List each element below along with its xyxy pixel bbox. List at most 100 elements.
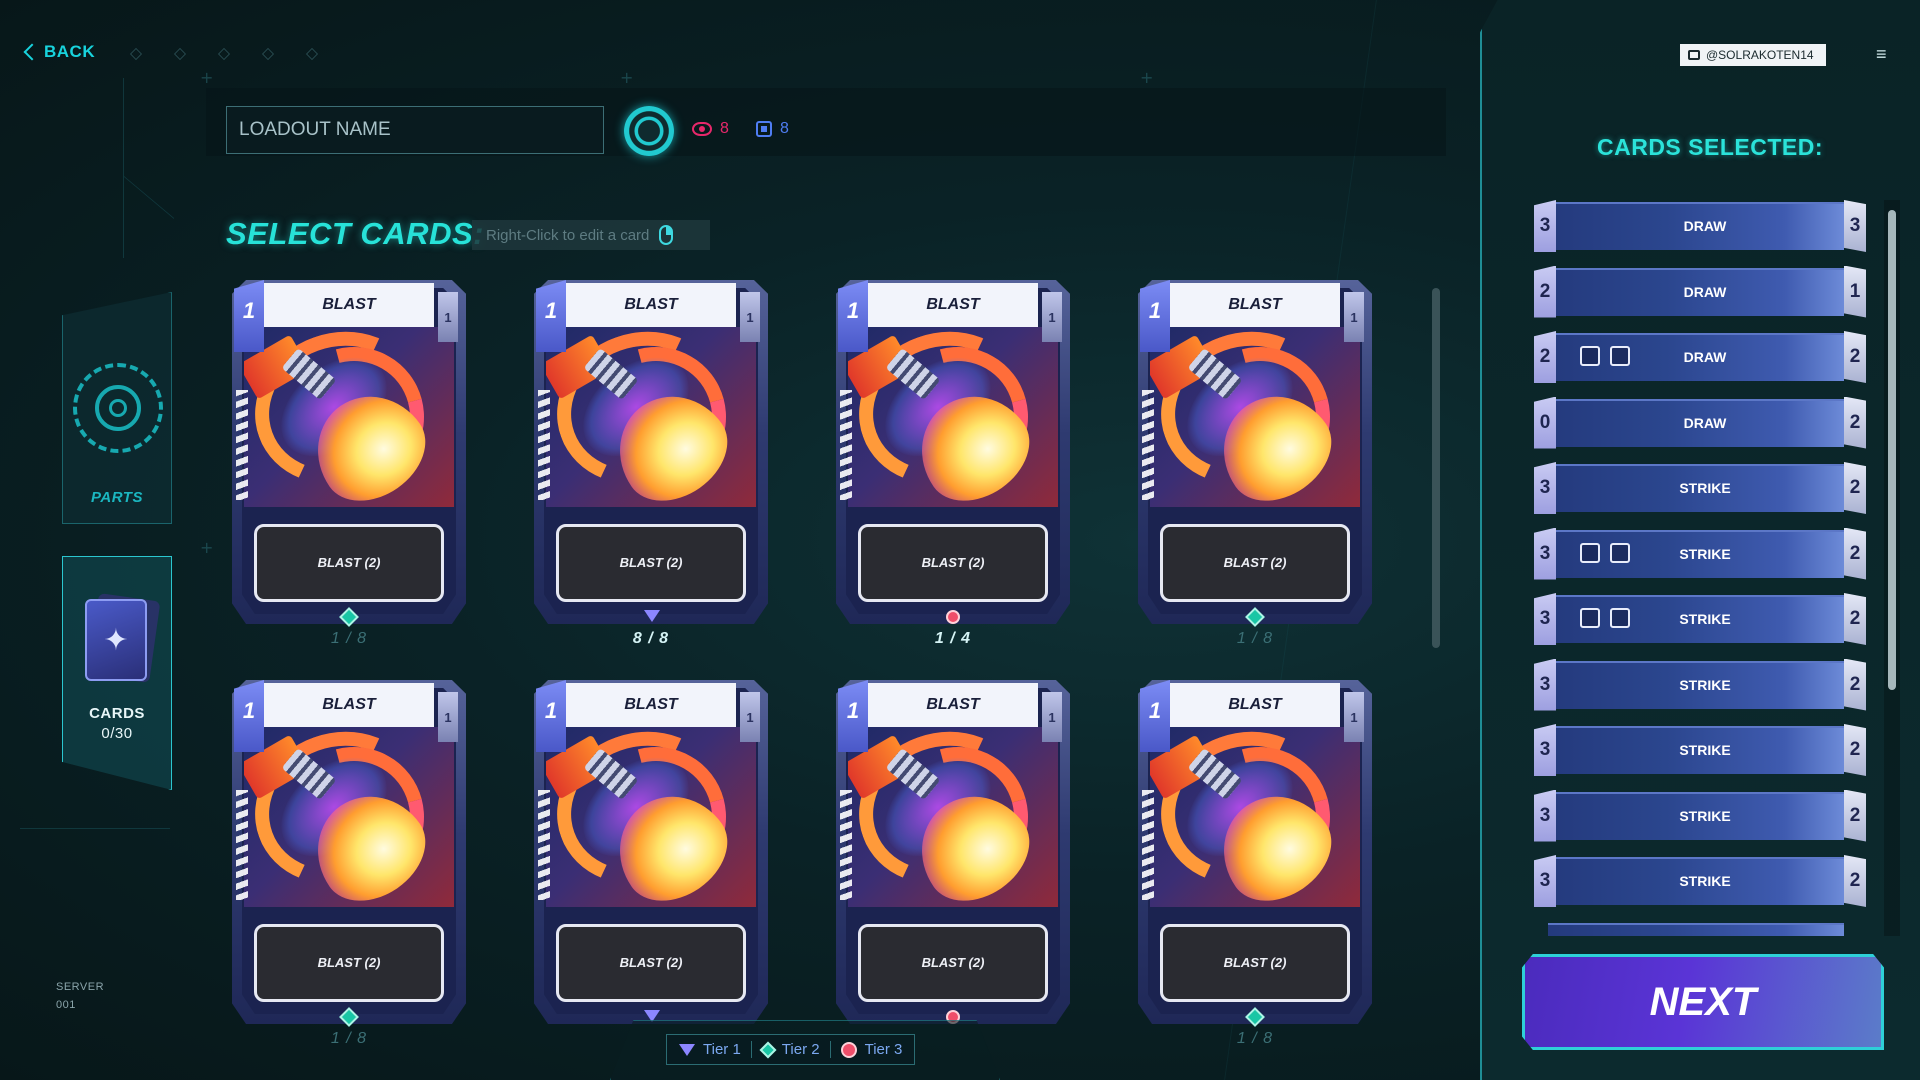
row-quantity: 2 [1844,789,1866,842]
user-name: @SOLRAKOTEN14 [1706,48,1814,62]
card-description: BLAST (2) [254,524,444,602]
nav-cards-label: CARDS [89,705,145,722]
card-tile[interactable]: BLAST 1 1 BLAST (2) [232,280,466,627]
card-cost: 1 [536,680,566,752]
card-count: 1 / 8 [330,1030,368,1047]
card-tile[interactable]: BLAST 1 1 BLAST (2) [232,680,466,1027]
row-quantity: 2 [1844,593,1866,645]
row-cost: 3 [1534,200,1556,252]
shuffle-icon [1610,542,1630,563]
card-count: 1 / 4 [934,630,972,647]
row-cost: 3 [1534,658,1556,711]
selected-card-row[interactable]: 3 STRIKE 2 [1534,658,1866,711]
card-cost: 1 [234,680,264,752]
row-name: STRIKE [1679,807,1731,824]
selected-card-row[interactable]: 2 DRAW 2 [1534,331,1866,383]
card-description: BLAST (2) [858,524,1048,602]
selected-card-row[interactable]: 3 STRIKE 2 [1534,462,1866,514]
card-title: BLAST [868,683,1038,727]
card-description: BLAST (2) [1160,524,1350,602]
card-cost-right: 1 [438,692,458,742]
row-quantity: 1 [1844,265,1866,318]
breadcrumb-step [174,48,186,60]
chip-icon [756,121,772,137]
row-name: STRIKE [1679,676,1731,693]
card-art [1150,727,1360,907]
menu-icon[interactable]: ≡ [1876,44,1887,65]
nav-parts-tab[interactable]: PARTS [62,292,172,524]
nav-cards-tab[interactable]: ✦ CARDS 0/30 [62,556,172,790]
row-quantity: 2 [1844,396,1866,449]
loadout-name-input[interactable] [226,106,604,154]
shuffle-icon [1610,346,1630,366]
server-label: SERVER [56,981,105,993]
card-stripes [538,390,550,500]
card-tile[interactable]: BLAST 1 1 BLAST (2) [836,280,1070,624]
legend-tier-1-label: Tier 1 [703,1041,741,1058]
card-cost-right: 1 [1042,692,1062,742]
eye-stat: 8 [692,120,729,138]
card-stripes [840,390,852,500]
selected-card-row[interactable]: 3 STRIKE 2 [1534,789,1866,842]
tier-2-icon [759,1041,777,1058]
bg-line [124,57,174,219]
card-description: BLAST (2) [556,524,746,602]
selected-card-row[interactable]: 3 STRIKE 2 [1534,724,1866,776]
card-art [546,727,756,907]
card-grid-scrollbar[interactable] [1432,288,1440,648]
row-name: DRAW [1683,414,1727,431]
card-tile[interactable]: BLAST 1 1 BLAST (2) [1138,680,1372,1027]
user-badge[interactable]: @SOLRAKOTEN14 [1680,44,1826,66]
legend-tier-3-label: Tier 3 [864,1041,903,1058]
row-cost: 3 [1534,855,1556,907]
row-cost: 2 [1534,265,1556,318]
nav-cards-count: 0/30 [101,725,133,742]
card-cost: 1 [536,280,566,352]
edit-hint-text: Right-Click to edit a card [486,226,650,244]
shuffle-icon [1610,608,1630,628]
back-label: BACK [44,42,96,61]
card-description: BLAST (2) [556,924,746,1002]
server-info: SERVER 001 [56,978,104,1014]
selected-card-row[interactable]: 0 DRAW 2 [1534,396,1866,449]
row-quantity: 3 [1844,200,1866,252]
card-tile[interactable]: BLAST 1 1 BLAST (2) [534,680,768,1024]
card-title: BLAST [264,683,434,727]
selected-card-row[interactable]: 3 STRIKE 2 [1534,855,1866,907]
card-count: 1 / 8 [1236,630,1274,647]
card-title: BLAST [566,283,736,327]
breadcrumb-step [306,48,318,60]
card-tile[interactable]: BLAST 1 1 BLAST (2) [1138,280,1372,627]
row-bg [1548,922,1844,936]
server-id: 001 [56,999,76,1011]
cards-selected-heading: CARDS SELECTED: [1596,134,1823,160]
card-cost: 1 [838,680,868,752]
card-stripes [1142,390,1154,500]
card-tile[interactable]: BLAST 1 1 BLAST (2) [836,680,1070,1024]
selected-card-row-partial[interactable] [1534,921,1866,936]
select-cards-heading: SELECT CARDS: [226,216,484,251]
legend-tier-1: Tier 1 [679,1041,741,1058]
next-button[interactable]: NEXT [1522,954,1884,1050]
selected-card-row[interactable]: 3 STRIKE 2 [1534,593,1866,645]
target-icon[interactable] [624,106,674,156]
row-quantity: 2 [1844,658,1866,711]
row-name: STRIKE [1679,742,1731,758]
card-cost-right: 1 [740,292,760,342]
edit-hint: Right-Click to edit a card [472,220,710,250]
parts-core-icon [109,399,127,417]
card-tier-icon [946,610,960,624]
card-cost: 1 [1140,280,1170,352]
selected-card-row[interactable]: 3 STRIKE 2 [1534,527,1866,580]
eye-icon [692,122,712,136]
selected-card-row[interactable]: 3 DRAW 3 [1534,200,1866,252]
deck-icon: ✦ [85,599,147,681]
row-quantity: 2 [1844,462,1866,514]
selected-scrollbar[interactable] [1888,210,1896,690]
card-title: BLAST [1170,683,1340,727]
selected-card-row[interactable]: 2 DRAW 1 [1534,265,1866,318]
card-tier-icon [644,610,660,622]
back-button[interactable]: BACK [23,42,96,62]
card-title: BLAST [264,283,434,327]
card-tile[interactable]: BLAST 1 1 BLAST (2) [534,280,768,624]
